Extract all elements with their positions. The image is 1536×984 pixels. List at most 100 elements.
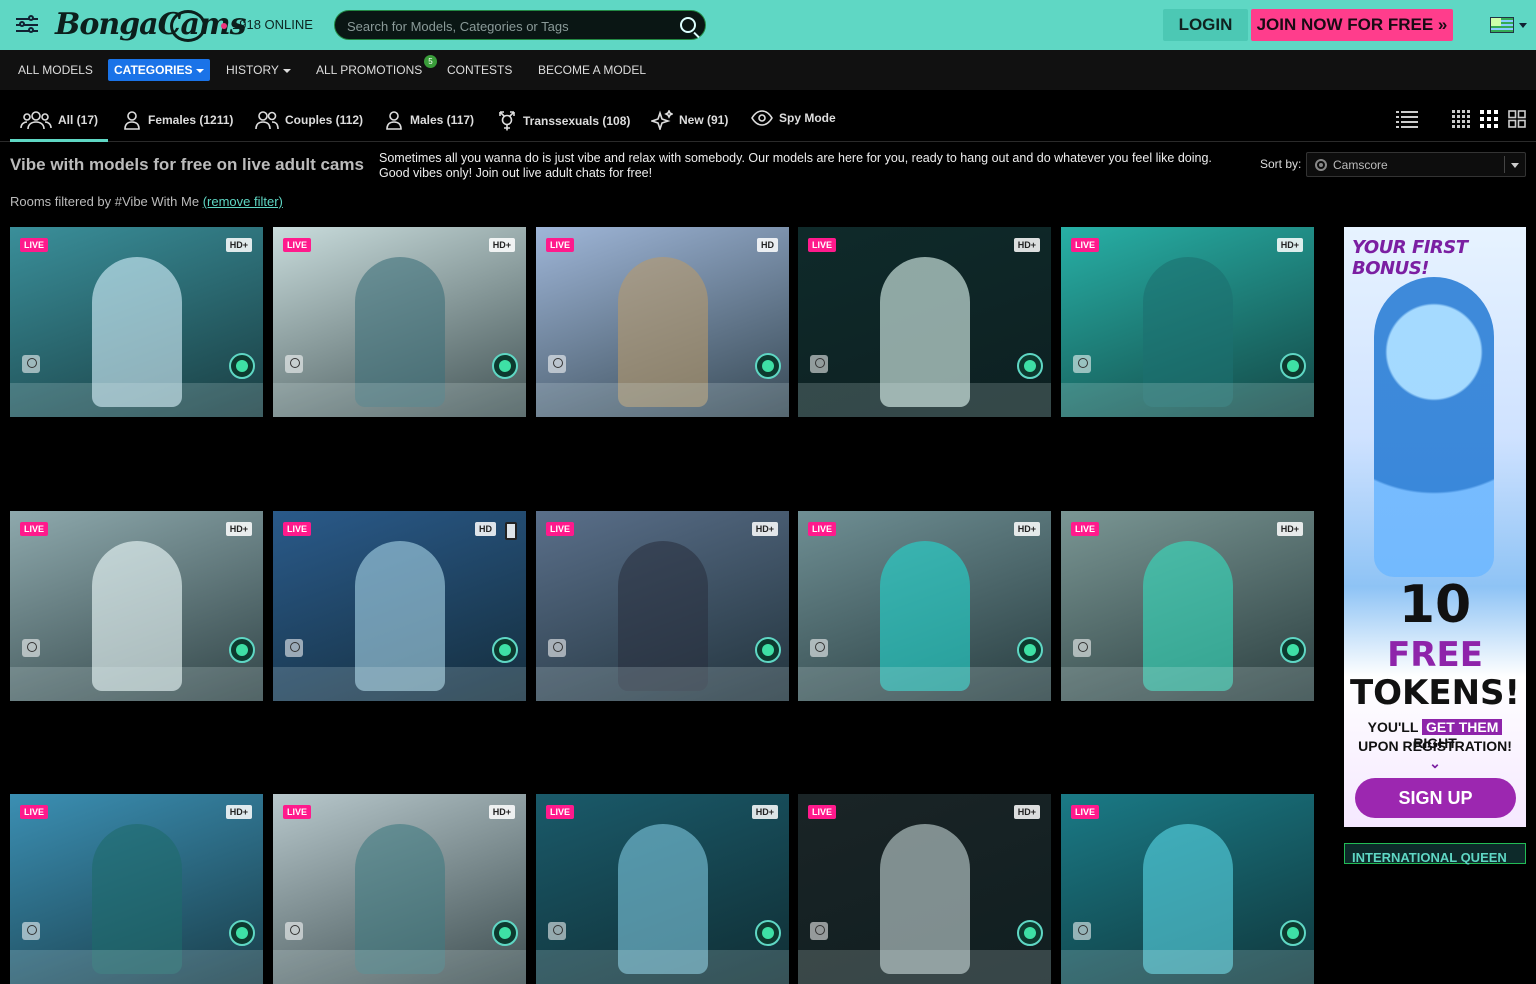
nav-all-promotions[interactable]: ALL PROMOTIONS [316, 63, 422, 77]
filters-menu-icon[interactable] [16, 14, 40, 36]
live-badge: LIVE [20, 238, 49, 252]
contest-banner-text: INTERNATIONAL QUEEN [1352, 850, 1507, 865]
zoom-icon[interactable] [285, 922, 303, 940]
tab-females[interactable]: Females (1211) [122, 110, 233, 140]
chevron-down-icon [196, 68, 205, 73]
nav-categories[interactable]: CATEGORIES [108, 59, 211, 81]
gender-tabs: All (17) Females (1211) Couples (112) Ma… [0, 100, 1536, 142]
zoom-icon[interactable] [1073, 922, 1091, 940]
zoom-icon[interactable] [810, 922, 828, 940]
male-icon [386, 111, 402, 130]
model-card[interactable]: LIVE HD [536, 227, 789, 417]
filter-text: Rooms filtered by #Vibe With Me [10, 194, 200, 209]
zoom-icon[interactable] [810, 639, 828, 657]
tab-males[interactable]: Males (117) [384, 110, 474, 140]
model-card[interactable]: LIVE HD+ [1061, 511, 1314, 701]
join-now-button[interactable]: JOIN NOW FOR FREE » [1251, 9, 1453, 41]
quality-badge: HD [757, 238, 778, 252]
chat-icon[interactable] [755, 353, 781, 379]
card-footer [10, 383, 263, 417]
live-badge: LIVE [283, 522, 312, 536]
chat-icon[interactable] [492, 920, 518, 946]
sort-select[interactable]: Camscore [1306, 152, 1526, 177]
chat-icon[interactable] [1017, 353, 1043, 379]
model-card[interactable]: LIVE HD+ [10, 511, 263, 701]
zoom-icon[interactable] [548, 639, 566, 657]
chat-icon[interactable] [1280, 353, 1306, 379]
model-card[interactable]: LIVE HD+ [10, 794, 263, 984]
tab-spy-mode-label: Spy Mode [779, 111, 836, 125]
remove-filter-link[interactable]: (remove filter) [203, 194, 283, 209]
chat-icon[interactable] [755, 920, 781, 946]
login-button[interactable]: LOGIN [1163, 9, 1248, 41]
search-icon[interactable] [680, 17, 696, 33]
promo-banner[interactable]: YOUR FIRST BONUS! 10 FREE TOKENS! YOU'LL… [1344, 227, 1526, 827]
chat-icon[interactable] [492, 353, 518, 379]
zoom-icon[interactable] [22, 922, 40, 940]
medium-grid-icon[interactable] [1480, 110, 1498, 128]
transgender-icon [499, 111, 515, 131]
small-grid-icon[interactable] [1452, 110, 1470, 128]
tab-all[interactable]: All (17) [10, 110, 109, 142]
tab-all-label: All (17) [58, 113, 99, 127]
chat-icon[interactable] [229, 353, 255, 379]
nav-become-model[interactable]: BECOME A MODEL [538, 63, 646, 77]
live-badge: LIVE [20, 805, 49, 819]
zoom-icon[interactable] [1073, 639, 1091, 657]
model-card[interactable]: LIVE HD+ [536, 794, 789, 984]
nav-contests[interactable]: CONTESTS [447, 63, 512, 77]
zoom-icon[interactable] [810, 355, 828, 373]
quality-badge: HD+ [488, 805, 515, 819]
promo-signup-button[interactable]: SIGN UP [1355, 778, 1516, 818]
model-card[interactable]: LIVE HD+ [273, 227, 526, 417]
large-grid-icon[interactable] [1508, 110, 1526, 128]
tab-couples[interactable]: Couples (112) [255, 110, 363, 140]
nav-history[interactable]: HISTORY [226, 63, 291, 77]
zoom-icon[interactable] [548, 922, 566, 940]
tab-new[interactable]: New (91) [651, 110, 728, 140]
tab-spy-mode[interactable]: Spy Mode [751, 110, 836, 140]
chat-icon[interactable] [1017, 637, 1043, 663]
model-card[interactable]: LIVE HD+ [1061, 227, 1314, 417]
list-view-icon[interactable] [1396, 110, 1418, 128]
zoom-icon[interactable] [285, 355, 303, 373]
card-footer [1061, 950, 1314, 984]
model-card[interactable]: LIVE HD+ [798, 794, 1051, 984]
model-card[interactable]: LIVE HD+ [798, 227, 1051, 417]
contest-banner[interactable]: INTERNATIONAL QUEEN [1344, 843, 1526, 865]
zoom-icon[interactable] [22, 639, 40, 657]
chat-icon[interactable] [1017, 920, 1043, 946]
zoom-icon[interactable] [548, 355, 566, 373]
model-card[interactable]: LIVE HD+ [798, 511, 1051, 701]
card-footer [1061, 383, 1314, 417]
chat-icon[interactable] [492, 637, 518, 663]
tab-transsexuals[interactable]: Transsexuals (108) [497, 110, 630, 140]
quality-badge: HD [475, 522, 496, 536]
model-card[interactable]: LIVE HD+ [273, 794, 526, 984]
chat-icon[interactable] [229, 920, 255, 946]
model-card[interactable]: LIVE HD+ [10, 227, 263, 417]
zoom-icon[interactable] [22, 355, 40, 373]
model-card[interactable]: LIVE HD+ [536, 511, 789, 701]
live-badge: LIVE [20, 522, 49, 536]
site-logo[interactable]: BongaCams [55, 6, 247, 44]
chat-icon[interactable] [755, 637, 781, 663]
zoom-icon[interactable] [285, 639, 303, 657]
language-selector[interactable] [1490, 17, 1527, 33]
promo-line-1-highlight: GET THEM [1422, 719, 1503, 735]
quality-badge: HD+ [1013, 805, 1040, 819]
model-card[interactable]: LIVE [1061, 794, 1314, 984]
tab-males-label: Males (117) [410, 113, 475, 127]
quality-badge: HD+ [225, 522, 252, 536]
chat-icon[interactable] [1280, 637, 1306, 663]
search-input[interactable] [347, 16, 667, 36]
chat-icon[interactable] [1280, 920, 1306, 946]
quality-badge: HD+ [488, 238, 515, 252]
chat-icon[interactable] [229, 637, 255, 663]
group-icon [20, 111, 52, 130]
live-badge: LIVE [546, 522, 575, 536]
model-card[interactable]: LIVE HD [273, 511, 526, 701]
zoom-icon[interactable] [1073, 355, 1091, 373]
sort-label: Sort by: [1260, 157, 1302, 171]
nav-all-models[interactable]: ALL MODELS [18, 63, 93, 77]
